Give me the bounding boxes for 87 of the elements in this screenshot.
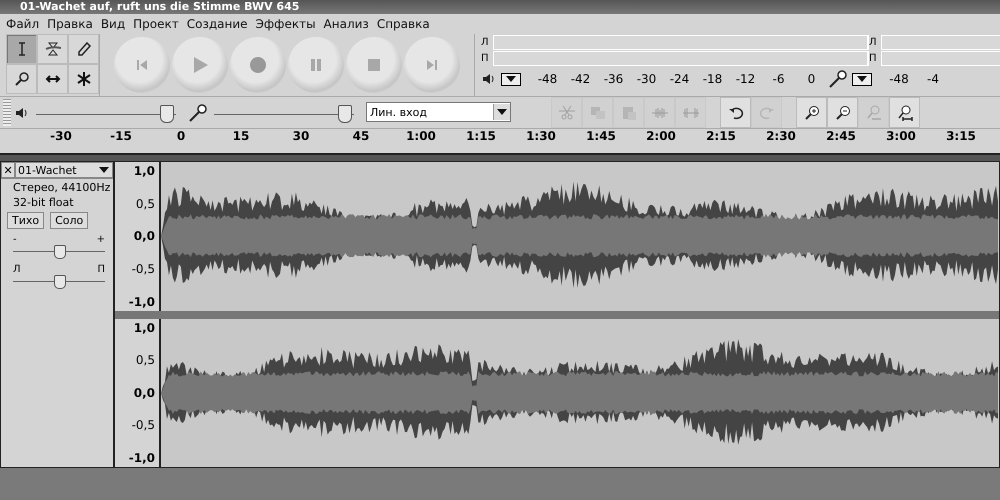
meter-scale-label: -24: [668, 72, 690, 86]
pencil-icon: [76, 41, 92, 57]
stop-icon: [366, 57, 382, 73]
channel-label: П: [481, 52, 490, 64]
magnifier-icon: [14, 71, 30, 87]
meter-menu-button[interactable]: [852, 72, 872, 86]
caret-down-icon: [505, 75, 517, 83]
window-title: 01-Wachet auf, ruft uns die Stimme BWV 645: [0, 0, 1000, 14]
pause-icon: [308, 57, 324, 73]
microphone-icon: [828, 69, 848, 89]
slider-label: -: [13, 235, 17, 245]
asterisk-icon: [76, 71, 92, 87]
menu-item[interactable]: Файл: [4, 17, 46, 31]
edit-tool-button[interactable]: [796, 97, 827, 128]
tool-button[interactable]: [68, 64, 99, 94]
meter-menu-button[interactable]: [501, 72, 521, 86]
input-source-dropdown[interactable]: Лин. вход: [366, 102, 511, 122]
slider-thumb[interactable]: [160, 105, 174, 123]
channel-label: П: [869, 52, 878, 64]
amplitude-label: 1,0: [134, 320, 155, 334]
caret-down-icon: [496, 108, 508, 116]
tool-button[interactable]: [37, 34, 68, 64]
menu-item[interactable]: Проект: [131, 17, 185, 31]
edit-tool-button[interactable]: [889, 97, 920, 128]
skip-back-icon: [134, 57, 150, 73]
clipboard-icon: [620, 104, 636, 120]
tool-button[interactable]: [6, 64, 37, 94]
slider-label: +: [96, 235, 105, 245]
meter-scale-label: -48: [888, 72, 910, 86]
amplitude-label: -0,5: [132, 262, 155, 276]
channel-label: Л: [481, 36, 490, 48]
slider-label: Л: [13, 265, 21, 275]
menu-item[interactable]: Справка: [374, 17, 436, 31]
menu-item[interactable]: Правка: [45, 17, 99, 31]
amplitude-label: 0,5: [136, 353, 155, 368]
microphone-icon: [188, 102, 208, 122]
edit-tool-button[interactable]: [827, 97, 858, 128]
meter-scale-label: -4: [926, 72, 940, 86]
menu-item[interactable]: Эффекты: [254, 17, 322, 31]
zoom-selection-icon: [866, 104, 882, 120]
track-button[interactable]: Соло: [50, 212, 88, 229]
meter-scale-label: -30: [636, 72, 658, 86]
track-info-text: Стерео, 44100Hz: [12, 180, 112, 194]
amplitude-label: -0,5: [132, 418, 155, 432]
timeline-ruler[interactable]: -30 -15 0 15 30 45 1:00 1:15 1:30 1:45 2:00 2:15 2:30 2:45 3:00 3:15: [0, 129, 1000, 155]
zoom-in-icon: [804, 104, 820, 120]
caret-down-icon: [856, 75, 868, 83]
tool-button[interactable]: [68, 34, 99, 64]
meter-scale-label: -36: [602, 72, 624, 86]
amplitude-label: 0,5: [136, 196, 155, 211]
menu-item[interactable]: Анализ: [322, 17, 375, 31]
track-info-text: 32-bit float: [12, 195, 75, 209]
amplitude-label: 1,0: [134, 164, 155, 178]
amplitude-label: 0,0: [134, 386, 155, 400]
meter-scale-label: 0: [806, 72, 816, 86]
slider-thumb[interactable]: [338, 105, 352, 123]
track-button[interactable]: Тихо: [7, 212, 44, 229]
undo-icon: [728, 104, 744, 120]
channel-label: Л: [869, 36, 878, 48]
track-name-menu[interactable]: 01-Wachet: [15, 162, 113, 178]
zoom-out-icon: [834, 104, 850, 120]
toolbar-grip[interactable]: [3, 99, 11, 126]
amplitude-label: -1,0: [128, 294, 155, 308]
record-icon: [248, 55, 268, 75]
zoom-fit-icon: [896, 104, 912, 120]
slider-label: П: [97, 265, 105, 275]
tool-button[interactable]: [37, 64, 68, 94]
menu-item[interactable]: Вид: [98, 17, 132, 31]
meter-scale-label: -42: [570, 72, 592, 86]
amplitude-label: -1,0: [128, 451, 155, 465]
scissors-icon: [558, 104, 574, 120]
slider-thumb[interactable]: [54, 275, 66, 289]
tool-button[interactable]: [6, 34, 37, 64]
amplitude-label: 0,0: [134, 229, 155, 244]
close-button[interactable]: ✕: [1, 162, 15, 178]
meter-scale-label: -48: [536, 72, 558, 86]
skip-forward-icon: [424, 57, 440, 73]
meter-scale-label: -12: [734, 72, 756, 86]
slider-thumb[interactable]: [54, 245, 66, 259]
edit-tool-button[interactable]: [720, 97, 751, 128]
copy-icon: [590, 104, 606, 120]
meter-scale-label: -6: [772, 72, 786, 86]
caret-down-icon: [98, 166, 110, 174]
menu-item[interactable]: Создание: [184, 17, 254, 31]
envelope-icon: [44, 41, 60, 57]
redo-icon: [758, 104, 774, 120]
meter-scale-label: -18: [702, 72, 724, 86]
